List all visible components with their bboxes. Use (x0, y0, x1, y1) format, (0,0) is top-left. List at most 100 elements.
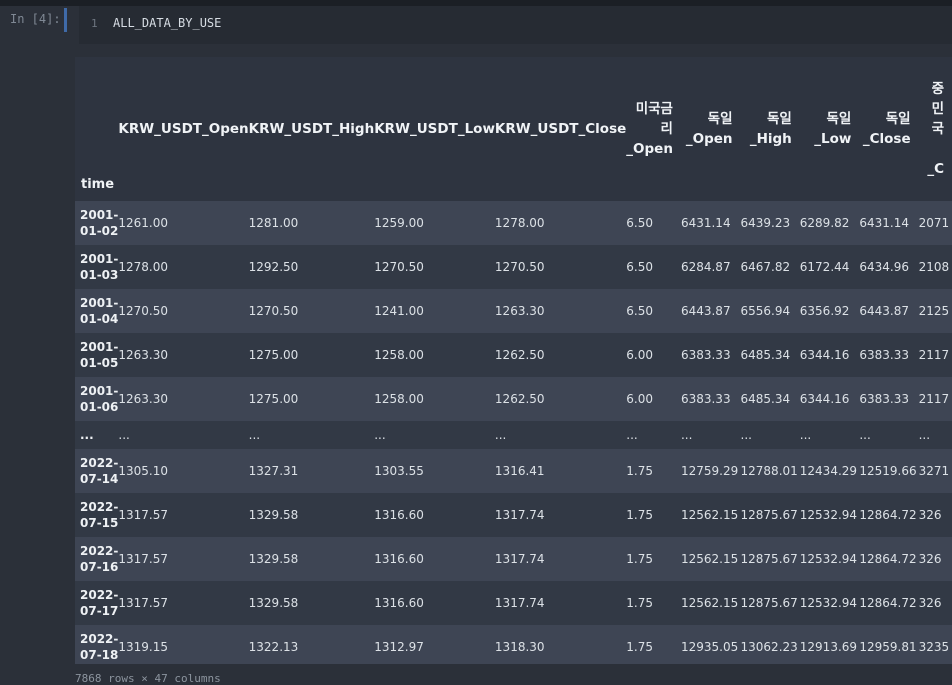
table-cell: 6556.94 (740, 289, 800, 333)
column-header-line: 독일 (707, 111, 733, 127)
column-header-line: KRW_USDT_High (248, 121, 375, 137)
code-cell-editor[interactable]: 1 ALL_DATA_BY_USE (79, 6, 952, 44)
row-index-line: 07-14 (80, 472, 119, 486)
table-cell: 12519.66 (859, 449, 919, 493)
table-cell: 326 (918, 493, 952, 537)
table-cell: 1329.58 (248, 581, 375, 625)
column-header: 중 민 국 _C (918, 57, 952, 201)
column-header: KRW_USDT_Low (374, 57, 495, 201)
column-header-line: 독일 (885, 111, 911, 127)
dataframe-output[interactable]: time KRW_USDT_Open KRW_USDT_High KRW_USDT_… (75, 57, 952, 664)
row-index: 2001- 01-05 (75, 333, 119, 377)
table-cell: 12562.15 (680, 581, 741, 625)
row-index-line: 2001- (80, 340, 119, 354)
column-header-line: 중 (931, 81, 944, 97)
row-index-line: 07-17 (80, 604, 119, 618)
table-cell: 6356.92 (799, 289, 860, 333)
table-cell: 1241.00 (374, 289, 495, 333)
column-header-line: KRW_USDT_Low (374, 121, 495, 137)
column-header-line: _Close (862, 131, 911, 147)
table-cell: 1318.30 (494, 625, 627, 664)
table-cell: 1305.10 (118, 449, 249, 493)
row-index-line: ... (80, 428, 94, 442)
table-cell: 1312.97 (374, 625, 495, 664)
column-header: 미국금 리 _Open (626, 57, 681, 201)
table-cell: 2117 (918, 377, 952, 421)
table-cell: 6383.33 (680, 333, 741, 377)
table-cell: 1278.00 (494, 201, 627, 245)
table-cell: 6434.96 (859, 245, 919, 289)
column-header-line: _High (749, 131, 792, 147)
table-cell: 6443.87 (859, 289, 919, 333)
table-cell: 1303.55 (374, 449, 495, 493)
table-cell: 2071 (918, 201, 952, 245)
table-cell: ... (118, 421, 249, 449)
table-cell: 12913.69 (799, 625, 860, 664)
table-cell: 1.75 (626, 581, 681, 625)
table-cell: 12935.05 (680, 625, 741, 664)
row-index-line: 2001- (80, 252, 119, 266)
table-cell: 6289.82 (799, 201, 860, 245)
table-cell: 6443.87 (680, 289, 741, 333)
table-cell: 12864.72 (859, 581, 919, 625)
table-cell: 1322.13 (248, 625, 375, 664)
table-cell: 1281.00 (248, 201, 375, 245)
code-text[interactable]: ALL_DATA_BY_USE (113, 16, 221, 30)
table-cell: 1270.50 (248, 289, 375, 333)
row-index: 2001- 01-06 (75, 377, 119, 421)
table-row: 2001- 01-05 1263.30 1275.00 1258.00 1262.50 6.… (75, 333, 952, 377)
table-row: 2022- 07-14 1305.10 1327.31 1303.55 1316.41 1.… (75, 449, 952, 493)
column-header-line: _Open (685, 131, 733, 147)
table-cell: 1.75 (626, 493, 681, 537)
table-cell: 6.00 (626, 377, 681, 421)
table-cell: 12532.94 (799, 537, 860, 581)
table-cell: 12434.29 (799, 449, 860, 493)
table-cell: 6383.33 (859, 377, 919, 421)
column-header: 독일 _Low (799, 57, 860, 201)
row-index-line: 2022- (80, 588, 119, 602)
table-cell: 6431.14 (859, 201, 919, 245)
table-cell: 1316.41 (494, 449, 627, 493)
row-index-line: 2001- (80, 384, 119, 398)
table-cell: 1270.50 (374, 245, 495, 289)
table-cell: 6431.14 (680, 201, 741, 245)
shape-summary: 7868 rows × 47 columns (75, 672, 221, 685)
table-cell: 6.00 (626, 333, 681, 377)
row-index: ... (75, 421, 119, 449)
table-cell: 12532.94 (799, 493, 860, 537)
row-index-line: 01-03 (80, 268, 119, 282)
table-cell: 1262.50 (494, 333, 627, 377)
table-cell: 2117 (918, 333, 952, 377)
table-cell: ... (248, 421, 375, 449)
row-index-line: 01-02 (80, 224, 119, 238)
table-cell: ... (680, 421, 741, 449)
table-cell: 12562.15 (680, 537, 741, 581)
table-cell: ... (799, 421, 860, 449)
table-cell: 3271 (918, 449, 952, 493)
table-row: 2022- 07-17 1317.57 1329.58 1316.60 1317.74 1.… (75, 581, 952, 625)
table-row: 2001- 01-06 1263.30 1275.00 1258.00 1262.50 6.… (75, 377, 952, 421)
table-cell: 1317.57 (118, 581, 249, 625)
table-cell: ... (918, 421, 952, 449)
table-row: 2001- 01-02 1261.00 1281.00 1259.00 1278.00 6.… (75, 201, 952, 245)
row-index-line: 2022- (80, 456, 119, 470)
column-header-line: 국 (931, 121, 944, 137)
table-cell: 1317.57 (118, 537, 249, 581)
row-index: 2022- 07-18 (75, 625, 119, 664)
column-header: KRW_USDT_High (248, 57, 375, 201)
column-header: KRW_USDT_Open (118, 57, 249, 201)
table-cell: 6383.33 (859, 333, 919, 377)
table-cell: 1270.50 (494, 245, 627, 289)
table-cell: ... (494, 421, 627, 449)
row-index: 2001- 01-03 (75, 245, 119, 289)
table-cell: 1258.00 (374, 333, 495, 377)
table-cell: 1316.60 (374, 493, 495, 537)
table-cell: 1317.74 (494, 581, 627, 625)
row-index: 2001- 01-04 (75, 289, 119, 333)
row-index-line: 01-06 (80, 400, 119, 414)
table-cell: 12875.67 (740, 537, 800, 581)
table-cell: 1329.58 (248, 537, 375, 581)
table-cell: 6284.87 (680, 245, 741, 289)
index-header: time (75, 57, 119, 201)
table-cell: 1262.50 (494, 377, 627, 421)
